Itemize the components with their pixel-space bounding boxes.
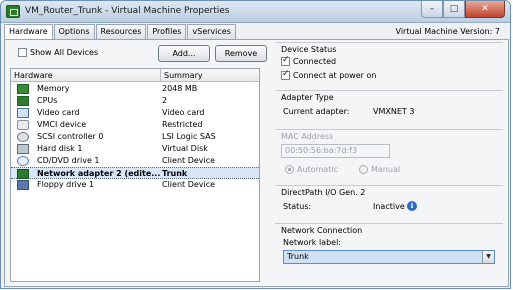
hardware-list: Hardware Summary Memory 2048 MB CPUs 2 V… [10, 68, 260, 282]
add-button[interactable]: Add... [158, 45, 210, 62]
tab-options[interactable]: Options [53, 24, 95, 39]
directpath-status-value: Inactive [373, 202, 405, 211]
info-icon[interactable]: i [407, 201, 417, 211]
hardware-name: CD/DVD drive 1 [37, 156, 100, 165]
network-connection-group: Network Connection Network label: Trunk … [275, 223, 503, 265]
connected-label: Connected [293, 57, 337, 66]
hardware-row-hard-disk[interactable]: Hard disk 1 Virtual Disk [11, 143, 259, 155]
checkbox-box[interactable] [18, 48, 27, 57]
vmci-device-icon [17, 120, 29, 130]
device-status-title: Device Status [281, 45, 337, 54]
hardware-name: CPUs [37, 96, 58, 105]
window-controls: – □ ✕ [421, 1, 505, 18]
current-adapter-label: Current adapter: [283, 107, 350, 116]
directpath-status-label: Status: [283, 202, 312, 211]
automatic-label: Automatic [297, 165, 339, 174]
hardware-summary: 2048 MB [162, 84, 198, 93]
hardware-name: Memory [37, 84, 70, 93]
checkbox-box[interactable] [281, 55, 290, 66]
minimize-button[interactable]: – [421, 1, 443, 18]
title-bar[interactable]: VM_Router_Trunk - Virtual Machine Proper… [1, 1, 510, 23]
hardware-summary: Video card [162, 108, 205, 117]
directpath-group: DirectPath I/O Gen. 2 Status: Inactive i [275, 185, 503, 225]
radio-dot[interactable] [359, 165, 368, 174]
hardware-row-floppy-drive[interactable]: Floppy drive 1 Client Device [11, 179, 259, 191]
virtual-machine-icon [6, 5, 20, 18]
hardware-name: Hard disk 1 [37, 144, 83, 153]
tab-strip: Hardware Options Resources Profiles vSer… [4, 24, 237, 40]
radio-dot[interactable] [285, 165, 294, 174]
hardware-summary: Client Device [162, 156, 216, 165]
connect-at-power-on-checkbox[interactable]: Connect at power on [281, 69, 377, 80]
adapter-type-group: Adapter Type Current adapter: VMXNET 3 [275, 90, 503, 120]
current-adapter-value: VMXNET 3 [373, 107, 415, 116]
column-header-summary[interactable]: Summary [160, 69, 203, 81]
cpu-icon [17, 96, 29, 106]
tab-resources[interactable]: Resources [95, 24, 147, 39]
adapter-type-title: Adapter Type [281, 93, 334, 102]
checkbox-box[interactable] [281, 69, 290, 80]
show-all-devices-label: Show All Devices [30, 48, 99, 57]
hardware-summary: 2 [162, 96, 168, 105]
network-connection-title: Network Connection [281, 226, 363, 235]
scsi-controller-icon [17, 132, 29, 142]
hardware-row-video-card[interactable]: Video card Video card [11, 107, 259, 119]
hardware-row-vmci-device[interactable]: VMCI device Restricted [11, 119, 259, 131]
show-all-devices-checkbox[interactable]: Show All Devices [18, 48, 98, 57]
hardware-summary: Client Device [162, 180, 216, 189]
manual-label: Manual [371, 165, 401, 174]
hardware-list-header: Hardware Summary [11, 69, 259, 82]
tab-profiles[interactable]: Profiles [147, 24, 187, 39]
memory-icon [17, 84, 29, 94]
mac-address-group: MAC Address 00:50:56:ba:7d:f3 Automatic … [275, 129, 503, 183]
tab-hardware[interactable]: Hardware [4, 24, 53, 40]
hardware-name: Floppy drive 1 [37, 180, 95, 189]
network-label-value: Trunk [287, 252, 309, 261]
directpath-title: DirectPath I/O Gen. 2 [281, 188, 366, 197]
network-label-label: Network label: [283, 238, 341, 247]
hardware-summary: LSI Logic SAS [162, 132, 216, 141]
hardware-tab-content: Show All Devices Add... Remove Hardware … [4, 39, 509, 287]
network-adapter-icon [17, 169, 29, 179]
hardware-name: Network adapter 2 (edite... [37, 169, 161, 178]
column-header-hardware[interactable]: Hardware [14, 71, 53, 80]
device-status-group: Device Status Connected Connect at power… [275, 42, 503, 86]
hardware-row-scsi-controller[interactable]: SCSI controller 0 LSI Logic SAS [11, 131, 259, 143]
window-title: VM_Router_Trunk - Virtual Machine Proper… [25, 6, 230, 16]
tab-vservices[interactable]: vServices [187, 24, 236, 39]
hardware-summary: Trunk [162, 169, 188, 178]
hardware-summary: Restricted [162, 120, 203, 129]
network-label-dropdown[interactable]: Trunk ▼ [283, 250, 495, 264]
chevron-down-icon[interactable]: ▼ [482, 251, 494, 263]
hardware-row-memory[interactable]: Memory 2048 MB [11, 83, 259, 95]
video-card-icon [17, 108, 29, 118]
manual-radio[interactable]: Manual [359, 165, 400, 174]
hardware-name: VMCI device [37, 120, 87, 129]
floppy-drive-icon [17, 180, 29, 190]
hardware-name: SCSI controller 0 [37, 132, 104, 141]
hardware-summary: Virtual Disk [162, 144, 208, 153]
close-button[interactable]: ✕ [465, 1, 505, 18]
mac-address-title: MAC Address [281, 132, 334, 141]
vm-version-label: Virtual Machine Version: 7 [395, 27, 500, 36]
connected-checkbox[interactable]: Connected [281, 55, 337, 66]
cd-dvd-icon [17, 156, 29, 166]
hardware-row-cpus[interactable]: CPUs 2 [11, 95, 259, 107]
hard-disk-icon [17, 144, 29, 154]
hardware-name: Video card [37, 108, 80, 117]
automatic-radio[interactable]: Automatic [285, 165, 338, 174]
hardware-row-cd-dvd-drive[interactable]: CD/DVD drive 1 Client Device [11, 155, 259, 167]
connect-at-power-on-label: Connect at power on [293, 71, 377, 80]
hardware-row-network-adapter[interactable]: Network adapter 2 (edite... Trunk [11, 167, 259, 179]
remove-button[interactable]: Remove [215, 45, 267, 62]
vm-properties-window: VM_Router_Trunk - Virtual Machine Proper… [0, 0, 511, 289]
mac-address-input[interactable]: 00:50:56:ba:7d:f3 [281, 144, 390, 158]
maximize-button[interactable]: □ [443, 1, 465, 18]
